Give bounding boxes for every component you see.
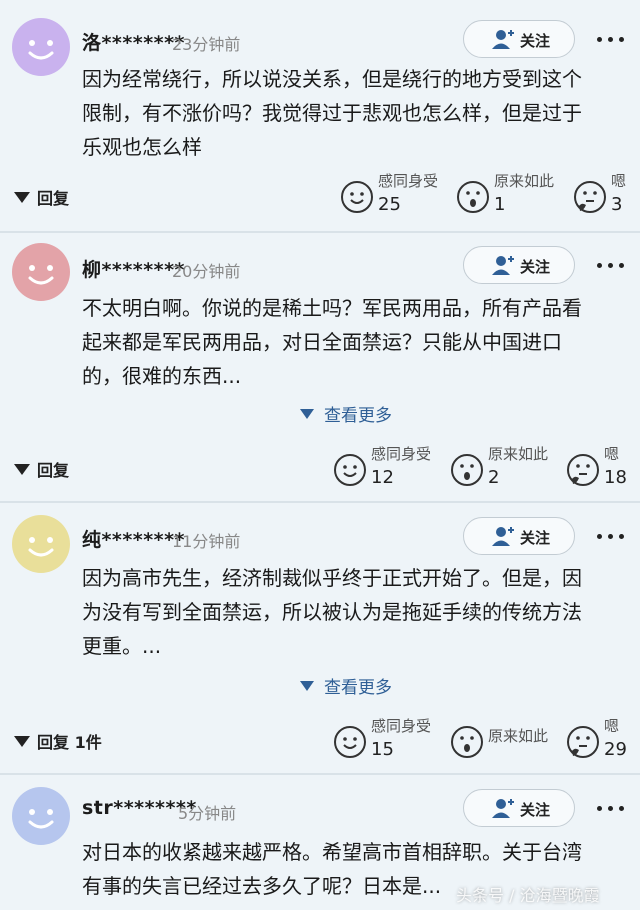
- add-user-icon: [492, 799, 514, 818]
- follow-button[interactable]: 关注: [463, 20, 575, 58]
- avatar[interactable]: [12, 18, 70, 76]
- timestamp: 5分钟前: [178, 804, 237, 823]
- reaction-label: 感同身受: [378, 172, 439, 190]
- reaction-count: 3: [611, 194, 623, 215]
- follow-button[interactable]: 关注: [463, 246, 575, 284]
- comment-line: 因为经常绕行，所以说没关系，但是绕行的地方受到这个: [82, 67, 582, 91]
- username[interactable]: 洛********: [82, 28, 185, 55]
- comment-line: 更重。...: [82, 634, 162, 658]
- more-options-icon[interactable]: [595, 799, 629, 819]
- thinking-face-icon: [567, 454, 599, 486]
- comment-line: 为没有写到全面禁运，所以被认为是拖延手续的传统方法: [82, 600, 582, 624]
- timestamp: 20分钟前: [172, 262, 241, 281]
- expand-label: 查看更多: [324, 678, 392, 698]
- expand-label: 查看更多: [324, 406, 392, 426]
- reaction-count: 25: [378, 194, 401, 215]
- reply-label: 回复: [37, 189, 70, 208]
- surprised-face-icon: [451, 454, 483, 486]
- reply-label: 回复 1件: [37, 733, 102, 752]
- reply-button[interactable]: 回复: [14, 457, 69, 481]
- smile-face-icon: [334, 454, 366, 486]
- reaction-count: 1: [494, 194, 506, 215]
- expand-more-link[interactable]: 查看更多: [300, 401, 392, 426]
- avatar[interactable]: [12, 787, 70, 845]
- comment-line: 不太明白啊。你说的是稀土吗？军民两用品，所有产品看: [82, 296, 582, 320]
- avatar[interactable]: [12, 243, 70, 301]
- thinking-face-icon: [567, 726, 599, 758]
- reaction-count: 29: [604, 739, 627, 760]
- reaction-label: 原来如此: [488, 445, 549, 463]
- reaction-label: 原来如此: [488, 727, 549, 745]
- caret-down-icon: [14, 192, 30, 203]
- caret-down-icon: [14, 464, 30, 475]
- reaction-label: 感同身受: [371, 445, 432, 463]
- avatar[interactable]: [12, 515, 70, 573]
- add-user-icon: [492, 30, 514, 49]
- comment-line: 乐观也怎么样: [82, 135, 202, 159]
- reply-button[interactable]: 回复: [14, 185, 69, 209]
- caret-down-icon: [300, 681, 314, 691]
- follow-label: 关注: [520, 529, 551, 547]
- comment-line: 因为高市先生，经济制裁似乎终于正式开始了。但是，因: [82, 566, 582, 590]
- comment-card: 柳******** 20分钟前 关注 不太明白啊。你说的是稀土吗？军民两用品，所…: [0, 233, 640, 501]
- smile-face-icon: [341, 181, 373, 213]
- reaction-label: 嗯: [611, 172, 627, 190]
- follow-label: 关注: [520, 258, 551, 276]
- follow-button[interactable]: 关注: [463, 517, 575, 555]
- comment-line: 限制，有不涨价吗？我觉得过于悲观也怎么样，但是过于: [82, 101, 582, 125]
- follow-label: 关注: [520, 801, 551, 819]
- reply-label: 回复: [37, 461, 70, 480]
- comment-card: 洛******** 23分钟前 关注 因为经常绕行，所以说没关系，但是绕行的地方…: [0, 0, 640, 230]
- timestamp: 23分钟前: [172, 35, 241, 54]
- add-user-icon: [492, 527, 514, 546]
- username[interactable]: 纯********: [82, 525, 185, 552]
- reaction-count: 2: [488, 467, 500, 488]
- thinking-face-icon: [574, 181, 606, 213]
- reaction-count: 12: [371, 467, 394, 488]
- reaction-label: 感同身受: [371, 717, 432, 735]
- reply-button[interactable]: 回复 1件: [14, 729, 102, 753]
- more-options-icon[interactable]: [595, 256, 629, 276]
- username[interactable]: 柳********: [82, 255, 185, 282]
- watermark: 头条号 / 沧海暨晚霞: [456, 886, 600, 905]
- surprised-face-icon: [451, 726, 483, 758]
- more-options-icon[interactable]: [595, 527, 629, 547]
- comment-line: 的，很难的东西...: [82, 364, 242, 388]
- reaction-count: 15: [371, 739, 394, 760]
- timestamp: 11分钟前: [172, 532, 241, 551]
- follow-button[interactable]: 关注: [463, 789, 575, 827]
- smile-face-icon: [334, 726, 366, 758]
- reaction-label: 嗯: [604, 445, 620, 463]
- reaction-label: 嗯: [604, 717, 620, 735]
- add-user-icon: [492, 256, 514, 275]
- comment-line: 起来都是军民两用品，对日全面禁运？只能从中国进口: [82, 330, 562, 354]
- caret-down-icon: [14, 736, 30, 747]
- follow-label: 关注: [520, 32, 551, 50]
- caret-down-icon: [300, 409, 314, 419]
- comment-card: 纯******** 11分钟前 关注 因为高市先生，经济制裁似乎终于正式开始了。…: [0, 503, 640, 773]
- reaction-label: 原来如此: [494, 172, 555, 190]
- comment-line: 对日本的收紧越来越严格。希望高市首相辞职。关于台湾: [82, 840, 582, 864]
- expand-more-link[interactable]: 查看更多: [300, 673, 392, 698]
- reaction-count: 18: [604, 467, 627, 488]
- more-options-icon[interactable]: [595, 30, 629, 50]
- surprised-face-icon: [457, 181, 489, 213]
